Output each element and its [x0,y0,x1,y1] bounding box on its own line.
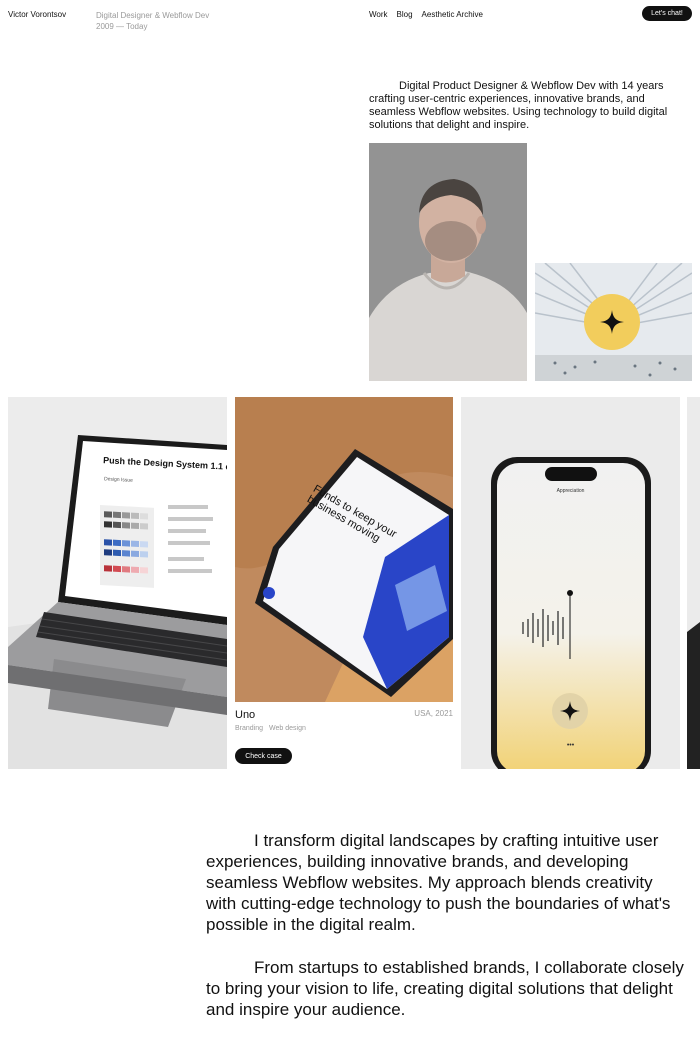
portrait-photo [369,143,527,381]
about-text-1: I transform digital landscapes by crafti… [206,831,671,934]
about-text-2: From startups to established brands, I c… [206,958,684,1019]
tag-web-design: Web design [269,725,306,732]
project-card-appreciation[interactable]: Appreciation ••• [461,397,680,769]
nav-work[interactable]: Work [369,10,388,19]
role-subtitle: Digital Designer & Webflow Dev 2009 — To… [96,10,209,32]
sparkle-icon [600,310,624,334]
project-tags: Branding Web design [235,725,306,732]
sparkle-badge [584,294,640,350]
lets-chat-button[interactable]: Let's chat! [642,6,692,21]
about-paragraph-1: I transform digital landscapes by crafti… [206,830,686,935]
check-case-button[interactable]: Check case [235,748,292,764]
nav-aesthetic-archive[interactable]: Aesthetic Archive [422,10,483,19]
intro-text: Digital Product Designer & Webflow Dev w… [369,80,689,132]
role-title: Digital Designer & Webflow Dev [96,11,210,20]
role-period: 2009 — Today [96,22,148,31]
project-card-uno[interactable]: Funds to keep your business moving Uno U… [235,397,453,769]
project-card-partial[interactable] [687,397,700,769]
main-nav: Work Blog Aesthetic Archive [369,10,483,19]
project-meta: USA, 2021 [414,709,453,718]
site-brand[interactable]: Victor Vorontsov [8,10,66,19]
intro-lead: Digital Product Designer & Webflow Dev [399,80,596,92]
phone-screen-title: Appreciation [556,488,585,494]
nav-blog[interactable]: Blog [397,10,413,19]
project-card-design-system[interactable]: Push the Design System 1.1 chang Design … [8,397,227,769]
project-title[interactable]: Uno [235,709,255,721]
about-section: I transform digital landscapes by crafti… [206,830,686,1042]
tag-branding: Branding [235,725,264,732]
phone-more-dots: ••• [566,742,575,749]
uno-project-image: Funds to keep your business moving [235,397,453,702]
about-paragraph-2: From startups to established brands, I c… [206,957,686,1020]
